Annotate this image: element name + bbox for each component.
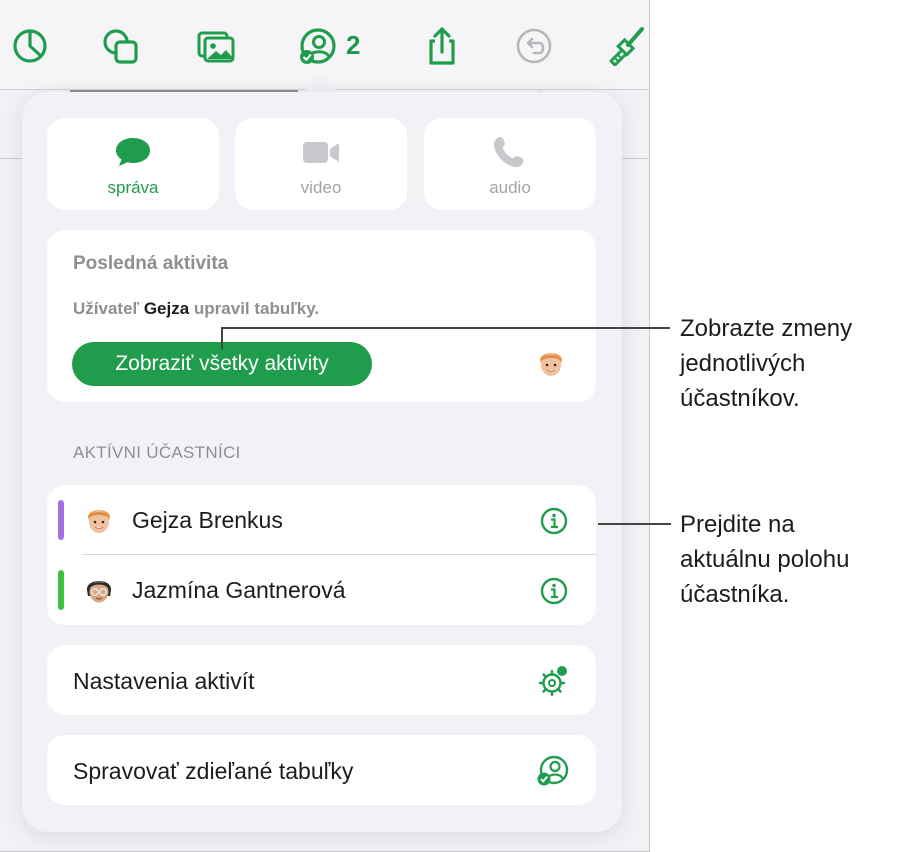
- app-screen: 2 správa video audio Posledná aktivita U…: [0, 0, 650, 852]
- activity-settings-label: Nastavenia aktivít: [73, 668, 255, 694]
- info-icon[interactable]: [540, 577, 568, 605]
- manage-shared-label: Spravovať zdieľané tabuľky: [73, 758, 354, 784]
- callout-line: Zobrazte zmeny: [680, 315, 853, 342]
- row-divider: [82, 554, 596, 555]
- video-button[interactable]: video: [235, 118, 407, 210]
- recent-activity-text: Užívateľ Gejza upravil tabuľky.: [73, 299, 319, 319]
- format-brush-icon[interactable]: [606, 26, 646, 67]
- message-button[interactable]: správa: [47, 118, 219, 210]
- callout-line: účastníkov.: [680, 385, 800, 412]
- phone-icon: [490, 134, 530, 170]
- video-icon: [301, 134, 341, 170]
- video-label: video: [300, 178, 342, 197]
- message-label: správa: [107, 178, 159, 197]
- manage-shared-icon[interactable]: [536, 754, 570, 788]
- activity-suffix: upravil tabuľky.: [189, 299, 320, 318]
- activity-user: Gejza: [143, 299, 190, 318]
- undo-icon[interactable]: [514, 26, 554, 66]
- memoji-avatar: [535, 347, 567, 379]
- recent-activity-title: Posledná aktivita: [73, 253, 229, 274]
- participant-avatar: [83, 504, 115, 536]
- callout-leader: [598, 523, 671, 525]
- callout-line: jednotlivých: [680, 350, 806, 377]
- shapes-icon[interactable]: [100, 26, 140, 66]
- collaborators-count[interactable]: 2: [346, 30, 360, 61]
- callout-line: účastníka.: [680, 581, 790, 608]
- callout-line: aktuálnu polohu: [680, 546, 850, 573]
- participant-color-bar: [58, 570, 64, 610]
- audio-label: audio: [489, 178, 531, 197]
- participant-name[interactable]: Gejza Brenkus: [132, 507, 283, 534]
- callout-line: Prejdite na: [680, 511, 795, 538]
- activity-settings-gear-icon[interactable]: [536, 664, 570, 698]
- activity-prefix: Užívateľ: [73, 299, 144, 318]
- callout-leader: [221, 327, 223, 349]
- collaborate-icon[interactable]: [298, 26, 338, 66]
- participant-avatar: [83, 574, 115, 606]
- active-participants-caption: AKTÍVNI ÚČASTNÍCI: [73, 443, 241, 462]
- audio-button[interactable]: audio: [424, 118, 596, 210]
- chart-icon[interactable]: [10, 26, 50, 66]
- message-icon: [113, 134, 153, 170]
- share-icon[interactable]: [422, 26, 462, 66]
- callout-go-to-location: Prejdite na aktuálnu polohu účastníka.: [680, 507, 849, 612]
- info-icon[interactable]: [540, 507, 568, 535]
- participant-name[interactable]: Jazmína Gantnerová: [132, 577, 346, 604]
- callout-view-changes: Zobrazte zmeny jednotlivých účastníkov.: [680, 311, 852, 416]
- media-icon[interactable]: [196, 26, 236, 66]
- toolbar: 2: [0, 0, 649, 90]
- participant-color-bar: [58, 500, 64, 540]
- callout-leader: [221, 327, 670, 329]
- participants-card: [47, 485, 596, 625]
